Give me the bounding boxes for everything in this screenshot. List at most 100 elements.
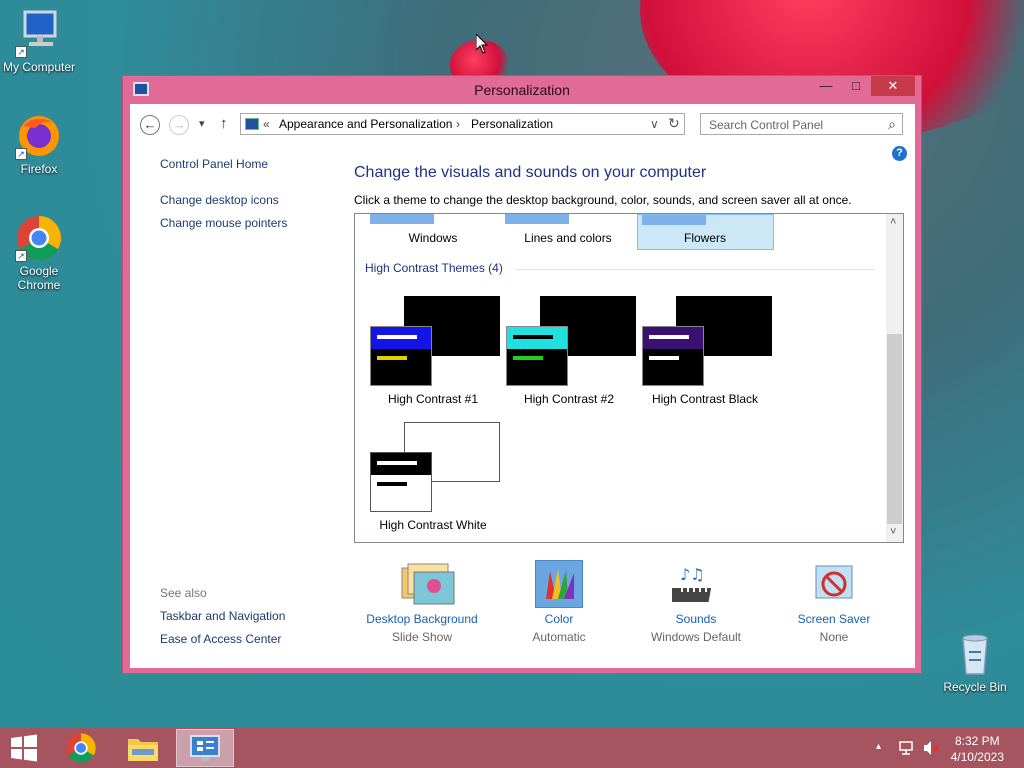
desktop-icon-firefox[interactable]: ↗ Firefox [0, 112, 79, 176]
theme-label-lines-and-colors[interactable]: Lines and colors [500, 231, 636, 245]
theme-list: Windows Lines and colors Flowers High Co… [354, 213, 904, 543]
desktop-icon-label: Google Chrome [17, 264, 61, 292]
refresh-icon[interactable]: ↻ [668, 115, 680, 132]
recent-pages-dropdown[interactable]: ▾ [199, 117, 205, 130]
volume-muted-icon[interactable] [922, 740, 940, 756]
system-clock[interactable]: 8:32 PM 4/10/2023 [951, 733, 1004, 765]
taskbar-control-panel-button[interactable] [176, 729, 234, 767]
start-button[interactable] [0, 729, 48, 767]
theme-preview-front [370, 326, 432, 386]
breadcrumb-separator[interactable]: › [456, 117, 460, 131]
theme-label-high-contrast-white[interactable]: High Contrast White [365, 518, 501, 532]
help-icon[interactable]: ? [892, 146, 907, 161]
chrome-icon: ↗ [15, 214, 63, 262]
computer-icon: ↗ [15, 10, 63, 58]
network-icon[interactable] [898, 740, 914, 756]
taskbar-chrome-button[interactable] [52, 729, 110, 767]
group-divider [515, 269, 875, 270]
title-bar[interactable]: Personalization — □ ✕ [123, 76, 921, 104]
breadcrumb-overflow[interactable]: « [263, 117, 270, 131]
taskbar-file-explorer-button[interactable] [114, 729, 172, 767]
theme-label-high-contrast-2[interactable]: High Contrast #2 [501, 392, 637, 406]
window-title: Personalization [474, 82, 570, 98]
desktop-background-label[interactable]: Desktop Background [352, 612, 492, 626]
sounds-label[interactable]: Sounds [626, 612, 766, 626]
desktop-background-value: Slide Show [391, 630, 453, 644]
folder-icon [128, 739, 158, 761]
desktop-icon-label: Firefox [20, 162, 58, 176]
sidebar-link-control-panel-home[interactable]: Control Panel Home [160, 157, 268, 171]
screen-saver-value: None [819, 630, 849, 644]
sounds-setting[interactable]: ♪♫ Sounds Windows Default [626, 560, 766, 644]
search-icon[interactable]: ⌕ [888, 116, 896, 133]
theme-high-contrast-white[interactable] [370, 422, 500, 512]
shortcut-arrow-icon: ↗ [15, 148, 27, 160]
scroll-up-arrow-icon[interactable]: ˄ [890, 216, 896, 228]
sounds-icon: ♪♫ [668, 560, 720, 608]
page-subheading: Click a theme to change the desktop back… [354, 193, 852, 207]
theme-windows-preview[interactable] [370, 214, 434, 224]
color-icon [535, 560, 583, 608]
theme-label-windows[interactable]: Windows [365, 231, 501, 245]
clock-date: 4/10/2023 [950, 750, 1004, 764]
screen-saver-icon [810, 560, 858, 608]
address-bar[interactable]: « Appearance and Personalization › Perso… [240, 113, 685, 135]
screen-saver-setting[interactable]: Screen Saver None [764, 560, 904, 644]
window-client-area: ← → ▾ ↑ « Appearance and Personalization… [130, 104, 915, 668]
desktop-background-icon [398, 560, 455, 608]
theme-high-contrast-black[interactable] [642, 296, 772, 386]
address-dropdown-chevron-icon[interactable]: ∨ [650, 117, 659, 131]
theme-label-high-contrast-1[interactable]: High Contrast #1 [365, 392, 501, 406]
forward-button[interactable]: → [169, 115, 189, 135]
clock-time: 8:32 PM [954, 734, 1000, 748]
theme-label-high-contrast-black[interactable]: High Contrast Black [637, 392, 773, 406]
windows-logo-icon [11, 734, 37, 762]
sidebar-link-change-desktop-icons[interactable]: Change desktop icons [160, 193, 279, 207]
control-panel-icon [190, 735, 220, 761]
color-value: Automatic [532, 630, 586, 644]
back-button[interactable]: ← [140, 115, 160, 135]
theme-preview-front [370, 452, 432, 512]
minimize-button[interactable]: — [811, 76, 841, 96]
theme-preview-front [506, 326, 568, 386]
sidebar-link-taskbar-navigation[interactable]: Taskbar and Navigation [160, 609, 285, 623]
personalization-window: Personalization — □ ✕ ← → ▾ ↑ « Appearan… [122, 75, 922, 674]
mouse-cursor-icon [476, 34, 488, 54]
page-heading: Change the visuals and sounds on your co… [354, 164, 707, 181]
desktop-icon-my-computer[interactable]: ↗ My Computer [0, 10, 79, 74]
scrollbar-thumb[interactable] [887, 334, 902, 524]
shortcut-arrow-icon: ↗ [15, 46, 27, 58]
desktop-background-setting[interactable]: Desktop Background Slide Show [352, 560, 492, 644]
theme-high-contrast-2[interactable] [506, 296, 636, 386]
close-button[interactable]: ✕ [871, 76, 915, 96]
screen-saver-label[interactable]: Screen Saver [764, 612, 904, 626]
theme-high-contrast-1[interactable] [370, 296, 500, 386]
desktop-icon-recycle-bin[interactable]: Recycle Bin [935, 630, 1015, 694]
color-setting[interactable]: Color Automatic [489, 560, 629, 644]
taskbar: ▴ 8:32 PM 4/10/2023 [0, 728, 1024, 768]
desktop-icon-label: Recycle Bin [943, 680, 1007, 694]
breadcrumb-item[interactable]: Personalization [471, 117, 553, 131]
desktop-icon-chrome[interactable]: ↗ Google Chrome [0, 214, 79, 292]
theme-list-scrollbar[interactable]: ˄ ˅ [886, 214, 903, 542]
theme-label-flowers[interactable]: Flowers [637, 231, 773, 245]
breadcrumb-item[interactable]: Appearance and Personalization [279, 117, 452, 131]
high-contrast-group-title: High Contrast Themes (4) [365, 261, 503, 275]
scroll-down-arrow-icon[interactable]: ˅ [890, 526, 896, 538]
search-input[interactable]: Search Control Panel ⌕ [700, 113, 903, 135]
up-button[interactable]: ↑ [220, 115, 228, 132]
sounds-value: Windows Default [650, 630, 742, 644]
desktop-icon-label: My Computer [2, 60, 76, 74]
sidebar-link-ease-of-access[interactable]: Ease of Access Center [160, 632, 281, 646]
recycle-bin-icon [951, 630, 999, 678]
tray-overflow-icon[interactable]: ▴ [876, 741, 881, 752]
maximize-button[interactable]: □ [841, 76, 871, 96]
color-label[interactable]: Color [489, 612, 629, 626]
see-also-title: See also [160, 586, 207, 600]
shortcut-arrow-icon: ↗ [15, 250, 27, 262]
theme-lines-preview[interactable] [505, 214, 569, 224]
sidebar-link-change-mouse-pointers[interactable]: Change mouse pointers [160, 216, 287, 230]
firefox-icon: ↗ [15, 112, 63, 160]
chrome-icon [66, 733, 96, 763]
theme-preview-front [642, 326, 704, 386]
